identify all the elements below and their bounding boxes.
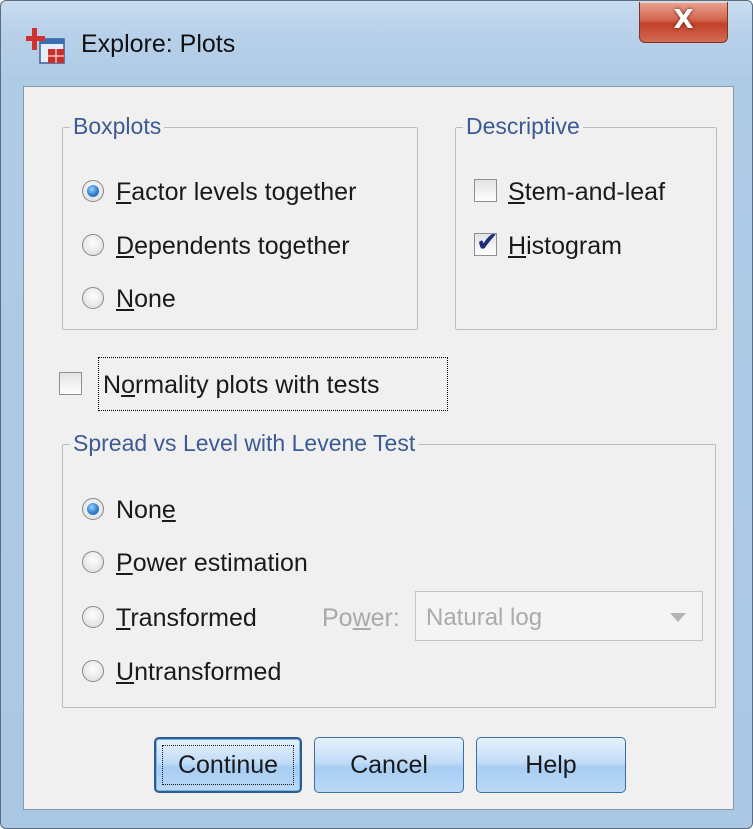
radio-indicator[interactable] [82, 551, 104, 573]
continue-button[interactable]: Continue [154, 737, 302, 793]
close-button[interactable]: X [639, 2, 728, 43]
radio-label: None [116, 496, 176, 524]
radio-label: None [116, 285, 176, 313]
checkmark-icon[interactable] [474, 228, 499, 258]
checkbox-indicator[interactable] [474, 179, 497, 202]
power-select-value: Natural log [426, 604, 543, 631]
radio-label: Dependents together [116, 232, 350, 260]
spss-app-icon [26, 28, 65, 64]
radio-label: Untransformed [116, 658, 282, 686]
boxplots-legend: Boxplots [70, 113, 165, 140]
power-label: Power: [322, 604, 400, 632]
radio-indicator[interactable] [82, 234, 104, 256]
close-icon: X [673, 5, 694, 35]
help-button-label: Help [525, 750, 577, 779]
radio-indicator[interactable] [82, 287, 104, 309]
radio-indicator-selected[interactable] [82, 498, 104, 520]
descriptive-legend: Descriptive [463, 113, 583, 140]
checkbox-label: Histogram [508, 232, 622, 260]
radio-indicator[interactable] [82, 606, 104, 628]
radio-indicator-selected[interactable] [82, 180, 104, 202]
checkbox-indicator[interactable] [59, 372, 82, 395]
chevron-down-icon[interactable] [670, 613, 686, 622]
cancel-button[interactable]: Cancel [314, 737, 464, 793]
cancel-button-label: Cancel [350, 750, 428, 779]
spread-legend: Spread vs Level with Levene Test [70, 430, 419, 457]
focus-rectangle [98, 357, 448, 411]
radio-indicator[interactable] [82, 660, 104, 682]
dialog-body: Boxplots Factor levels together Dependen… [23, 86, 734, 810]
explore-plots-dialog: Explore: Plots X Boxplots Factor levels … [0, 0, 753, 829]
focus-rectangle [162, 745, 294, 785]
help-button[interactable]: Help [476, 737, 626, 793]
power-select[interactable]: Natural log [415, 591, 703, 641]
radio-label: Factor levels together [116, 178, 357, 206]
radio-label: Transformed [116, 604, 257, 632]
window-title: Explore: Plots [81, 30, 236, 58]
radio-label: Power estimation [116, 549, 308, 577]
checkbox-label: Stem-and-leaf [508, 178, 666, 206]
